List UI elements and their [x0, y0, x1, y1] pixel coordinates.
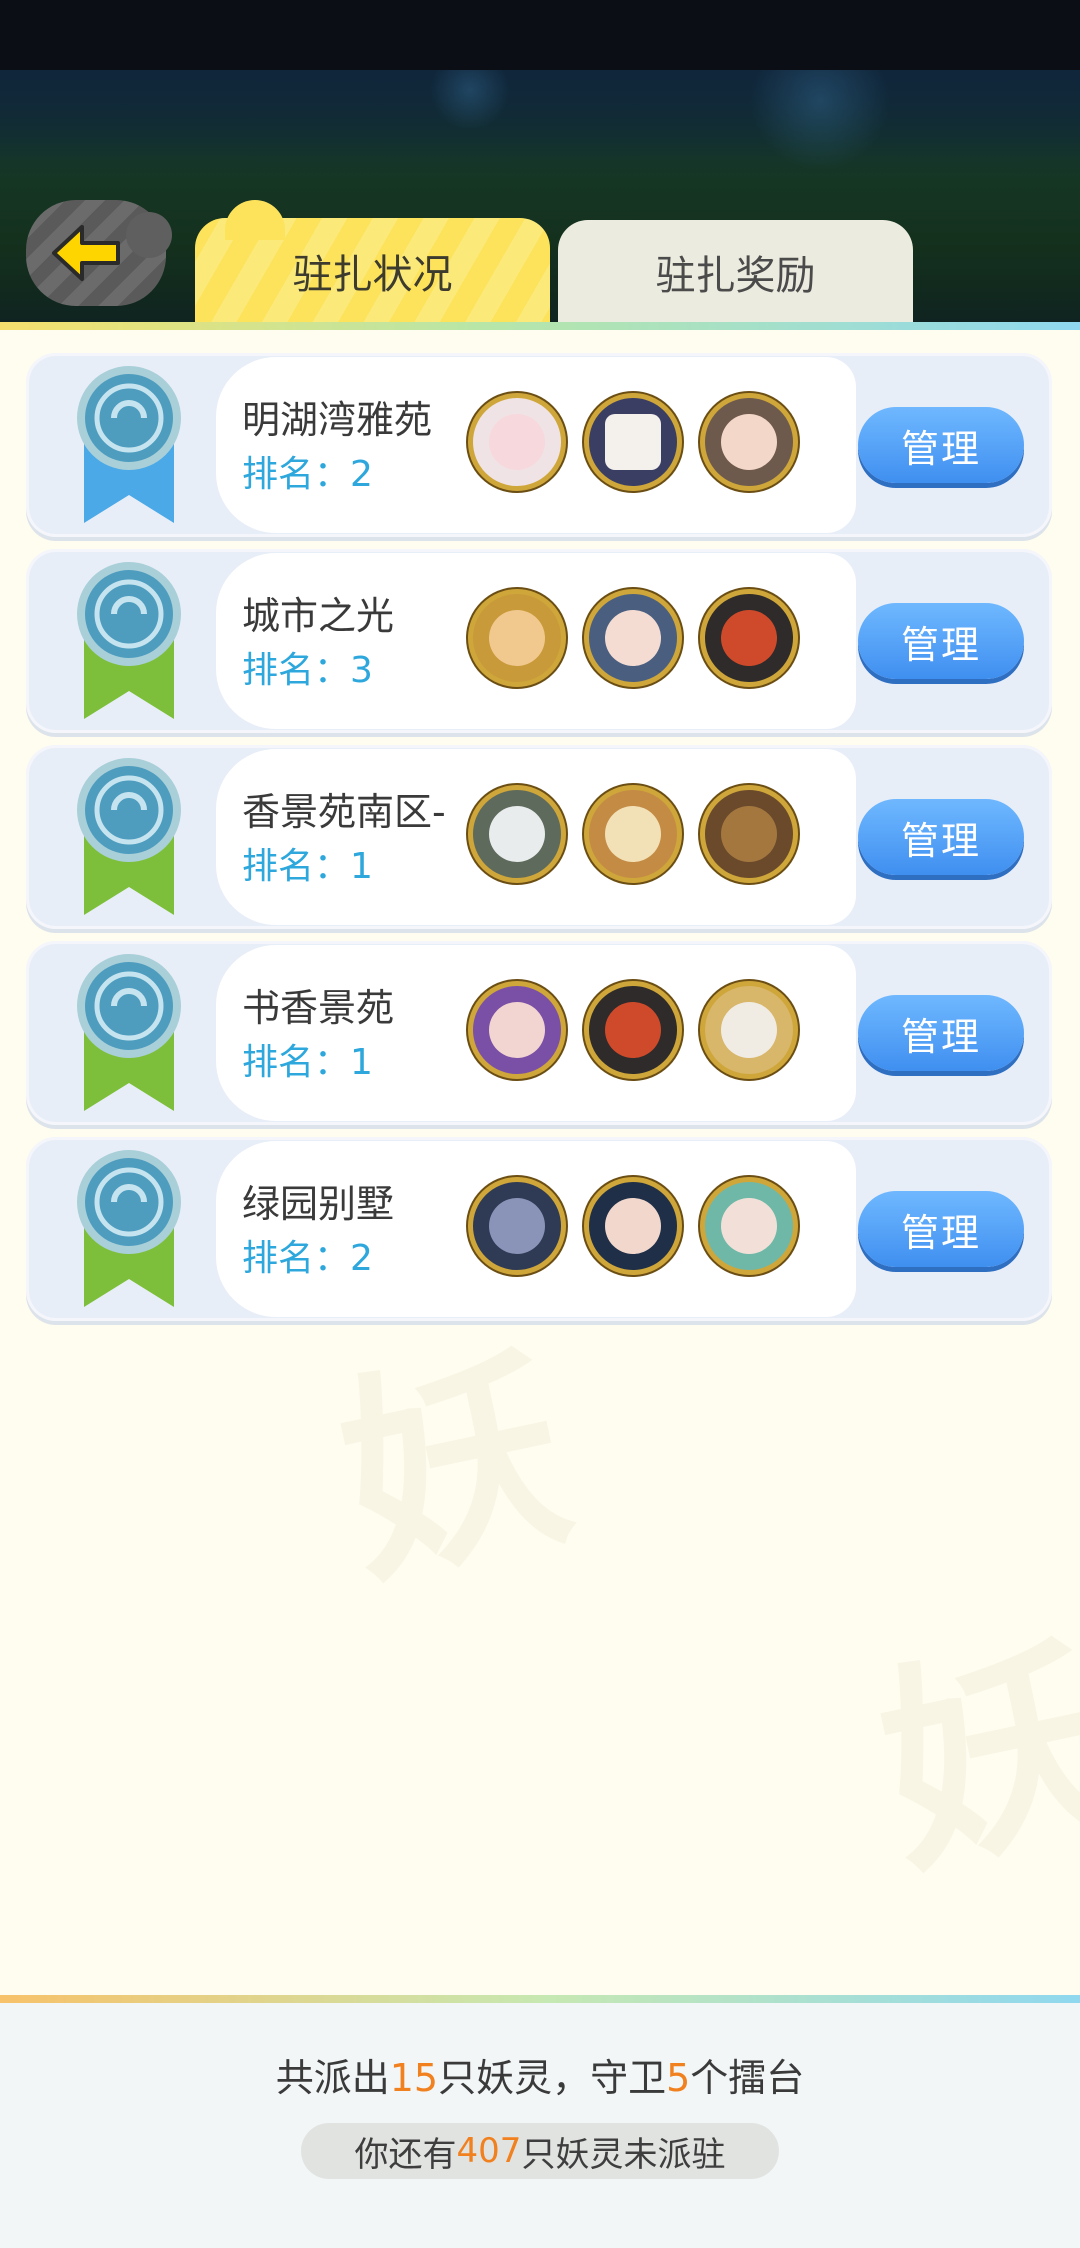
- summary-suffix: 个擂台: [690, 2056, 805, 2100]
- tab-station-rewards[interactable]: 驻扎奖励: [558, 220, 913, 324]
- avatar-group: [468, 589, 808, 693]
- tab-label: 驻扎奖励: [655, 253, 816, 299]
- station-card: 书香景苑 排名：1 管理: [26, 941, 1052, 1125]
- station-rank: 排名：1: [242, 837, 373, 889]
- platform-count: 5: [666, 2056, 691, 2100]
- deployed-count: 15: [389, 2056, 439, 2100]
- blue-monk-avatar[interactable]: [468, 1177, 566, 1275]
- station-card: 绿园别墅 排名：2 管理: [26, 1137, 1052, 1321]
- station-rank-value: 2: [350, 1238, 373, 1279]
- dice-avatar[interactable]: [584, 393, 682, 491]
- station-rank-label: 排名：: [242, 454, 351, 495]
- background-watermark: 妖: [319, 1319, 589, 1616]
- footer: 共派出15只妖灵，守卫5个擂台 你还有 407 只妖灵未派驻: [0, 1995, 1080, 2248]
- avatar-group: [468, 785, 808, 889]
- station-rank-value: 1: [350, 1042, 373, 1083]
- purple-hair-girl-avatar[interactable]: [468, 981, 566, 1079]
- station-card: 香景苑南区- 排名：1 管理: [26, 745, 1052, 929]
- station-rank-value: 1: [350, 846, 373, 887]
- pill-prefix: 你还有: [354, 2134, 457, 2175]
- header-background: [0, 70, 1080, 180]
- tab-label: 驻扎状况: [292, 252, 453, 298]
- summary-mid: 只妖灵，守卫: [438, 2056, 667, 2100]
- tab-station-status[interactable]: 驻扎状况: [195, 200, 550, 324]
- station-card: 城市之光 排名：3 管理: [26, 549, 1052, 733]
- status-bar: [0, 0, 1080, 70]
- deployment-summary: 共派出15只妖灵，守卫5个擂台: [0, 2047, 1080, 2102]
- station-name: 香景苑南区-: [242, 790, 446, 834]
- red-demon-avatar[interactable]: [700, 589, 798, 687]
- avatar-group: [468, 1177, 808, 1281]
- medal-blue-icon: [77, 366, 181, 523]
- station-rank: 排名：2: [242, 1229, 373, 1281]
- medal-green-icon: [77, 758, 181, 915]
- back-button-tail: [126, 212, 172, 258]
- station-rank-label: 排名：: [242, 1042, 351, 1083]
- station-card: 明湖湾雅苑 排名：2 管理: [26, 353, 1052, 537]
- station-rank: 排名：2: [242, 445, 373, 497]
- station-name: 绿园别墅: [242, 1182, 395, 1226]
- station-rank-label: 排名：: [242, 846, 351, 887]
- stone-golem-avatar[interactable]: [700, 785, 798, 883]
- golden-helmet-avatar[interactable]: [468, 589, 566, 687]
- summary-prefix: 共派出: [275, 2056, 390, 2100]
- undeployed-count: 407: [456, 2131, 522, 2171]
- station-name: 城市之光: [242, 594, 395, 638]
- manage-button[interactable]: 管理: [858, 799, 1024, 875]
- medal-green-icon: [77, 1150, 181, 1307]
- wolf-girl-avatar[interactable]: [584, 589, 682, 687]
- white-hair-girl-avatar[interactable]: [468, 393, 566, 491]
- sprout-girl-avatar[interactable]: [584, 785, 682, 883]
- manage-button[interactable]: 管理: [858, 603, 1024, 679]
- manage-button[interactable]: 管理: [858, 1191, 1024, 1267]
- medal-green-icon: [77, 562, 181, 719]
- red-demon-avatar[interactable]: [584, 981, 682, 1079]
- silver-hair-girl-avatar[interactable]: [468, 785, 566, 883]
- station-rank-value: 2: [350, 454, 373, 495]
- manage-button[interactable]: 管理: [858, 407, 1024, 483]
- header-divider: [0, 322, 1080, 330]
- background-watermark: 妖: [859, 1609, 1080, 1906]
- back-arrow-icon: [52, 225, 120, 281]
- footer-divider: [0, 1995, 1080, 2003]
- station-rank: 排名：3: [242, 641, 373, 693]
- station-name: 明湖湾雅苑: [242, 398, 433, 442]
- pill-suffix: 只妖灵未派驻: [521, 2134, 726, 2175]
- station-rank-label: 排名：: [242, 1238, 351, 1279]
- back-button[interactable]: [26, 200, 172, 306]
- manage-button[interactable]: 管理: [858, 995, 1024, 1071]
- undeployed-pill: 你还有 407 只妖灵未派驻: [301, 2123, 779, 2179]
- blue-bow-girl-avatar[interactable]: [584, 1177, 682, 1275]
- cat-ear-girl-avatar[interactable]: [700, 393, 798, 491]
- avatar-group: [468, 393, 808, 497]
- station-name: 书香景苑: [242, 986, 395, 1030]
- avatar-group: [468, 981, 808, 1085]
- station-rank-value: 3: [350, 650, 373, 691]
- station-rank: 排名：1: [242, 1033, 373, 1085]
- teal-hair-girl-avatar[interactable]: [700, 1177, 798, 1275]
- station-rank-label: 排名：: [242, 650, 351, 691]
- medal-green-icon: [77, 954, 181, 1111]
- white-elephant-avatar[interactable]: [700, 981, 798, 1079]
